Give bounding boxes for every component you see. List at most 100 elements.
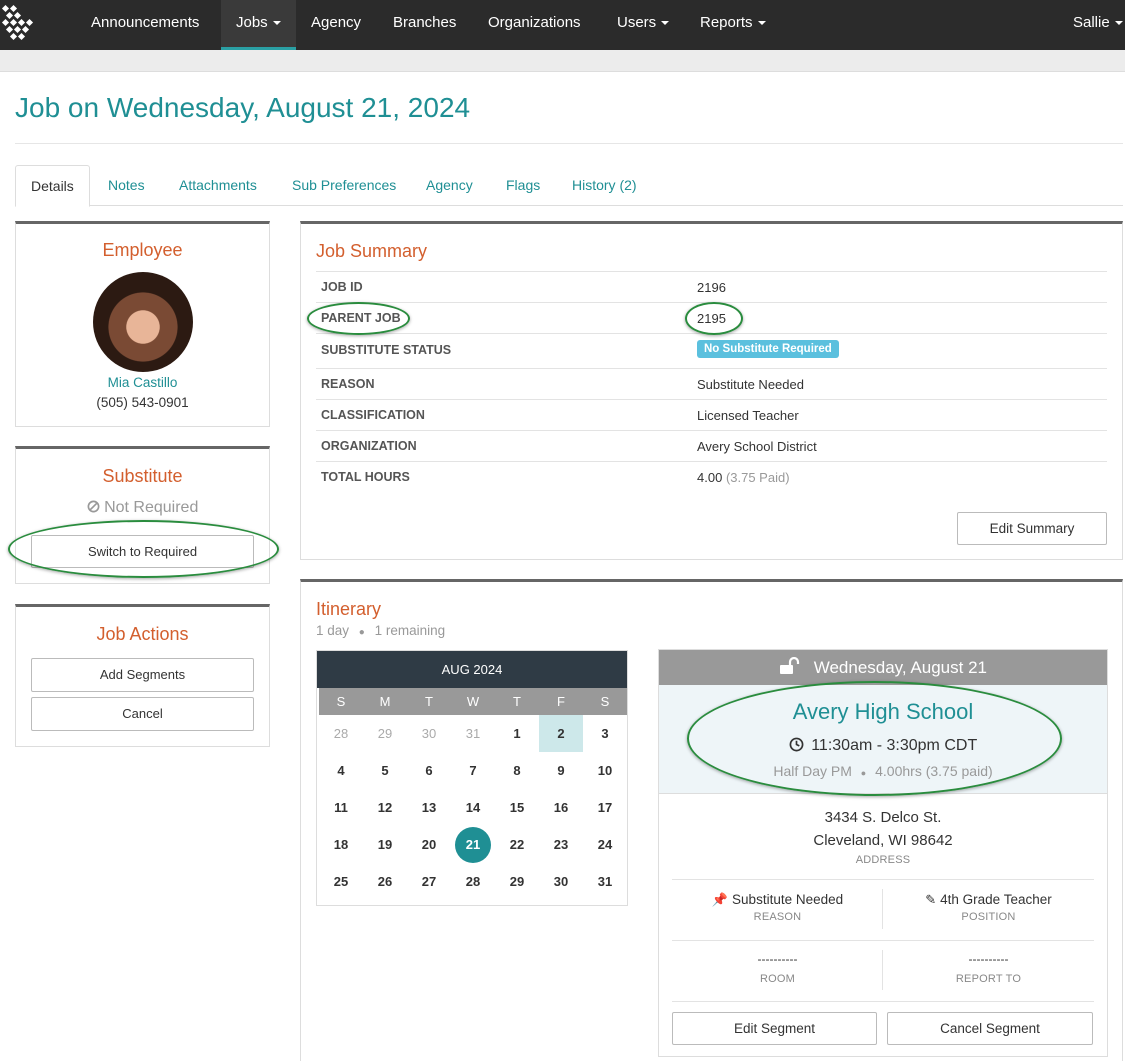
nav-announcements[interactable]: Announcements [76,0,214,50]
calendar-day[interactable]: 22 [495,826,539,863]
tab-history[interactable]: History (2) [557,165,652,206]
calendar-day[interactable]: 29 [363,715,407,752]
reason-label: REASON [753,911,802,923]
address-label: ADDRESS [855,854,911,866]
position-text: 4th Grade Teacher [940,892,1052,907]
calendar-day[interactable]: 28 [319,715,363,752]
pushpin-icon: 📌 [711,892,729,907]
report-to-value: ---------- [968,952,1009,966]
position-cell: ✎ 4th Grade Teacher POSITION [883,892,1094,923]
calendar-day[interactable]: 25 [319,863,363,900]
nav-jobs[interactable]: Jobs [221,0,296,50]
tab-notes[interactable]: Notes [93,165,160,206]
calendar-day[interactable]: 14 [451,789,495,826]
employee-panel: Employee Mia Castillo (505) 543-0901 [15,221,270,427]
calendar-day[interactable]: 31 [583,863,627,900]
employee-name-link[interactable]: Mia Castillo [16,375,269,390]
calendar-day[interactable]: 30 [539,863,583,900]
calendar-day[interactable]: 7 [451,752,495,789]
divider [672,1001,1094,1002]
summary-value: Substitute Needed [697,377,804,392]
calendar-day[interactable]: 24 [583,826,627,863]
divider [672,940,1094,941]
calendar-day[interactable]: 21 [451,826,495,863]
nav-user-menu[interactable]: Sallie [1058,0,1125,50]
app-logo[interactable] [0,3,44,47]
chevron-down-icon [757,21,766,26]
nav-label: Reports [700,14,753,31]
calendar-day[interactable]: 12 [363,789,407,826]
tab-flags[interactable]: Flags [491,165,555,206]
weekday-label: F [539,688,583,715]
tab-sub-preferences[interactable]: Sub Preferences [277,165,411,206]
segment-summary: Avery High School 11:30am - 3:30pm CDT H… [659,685,1107,794]
weekday-label: T [495,688,539,715]
top-navbar: Announcements Jobs Agency Branches Organ… [0,0,1125,50]
summary-key: TOTAL HOURS [321,470,410,484]
calendar-day[interactable]: 1 [495,715,539,752]
calendar-day[interactable]: 8 [495,752,539,789]
calendar-day[interactable]: 13 [407,789,451,826]
edit-segment-button[interactable]: Edit Segment [672,1012,877,1045]
status-badge: No Substitute Required [697,340,839,358]
itinerary-panel: Itinerary 1 day ● 1 remaining AUG 2024 S… [300,579,1123,1061]
calendar-day[interactable]: 26 [363,863,407,900]
time-range: 11:30am - 3:30pm CDT [811,737,978,754]
calendar: AUG 2024 S M T W T F S 28 29 30 31 1 2 3 4 5 6 7 8 9… [316,650,628,906]
nav-organizations[interactable]: Organizations [473,0,596,50]
calendar-day[interactable]: 15 [495,789,539,826]
summary-row-classification: CLASSIFICATION Licensed Teacher [316,399,1107,430]
nav-label: Jobs [236,14,268,31]
parent-job-link[interactable]: 2195 [697,311,726,326]
calendar-day[interactable]: 9 [539,752,583,789]
calendar-day[interactable]: 23 [539,826,583,863]
calendar-day[interactable]: 10 [583,752,627,789]
summary-row-total-hours: TOTAL HOURS 4.00 (3.75 Paid) [316,461,1107,492]
calendar-day[interactable]: 11 [319,789,363,826]
calendar-day[interactable]: 28 [451,863,495,900]
calendar-day[interactable]: 6 [407,752,451,789]
tab-details[interactable]: Details [15,165,90,207]
segment-date-header: Wednesday, August 21 [659,650,1107,685]
calendar-day[interactable]: 18 [319,826,363,863]
calendar-day[interactable]: 27 [407,863,451,900]
add-segments-button[interactable]: Add Segments [31,658,254,692]
calendar-day[interactable]: 3 [583,715,627,752]
duration-type: Half Day PM [773,763,852,779]
substitute-status: Not Required [16,499,269,517]
tab-agency[interactable]: Agency [411,165,488,206]
unlock-icon[interactable] [779,656,801,675]
calendar-day[interactable]: 31 [451,715,495,752]
summary-row-job-id: JOB ID 2196 [316,271,1107,302]
avatar [93,272,193,372]
job-summary-title: Job Summary [316,241,428,261]
calendar-day[interactable]: 29 [495,863,539,900]
calendar-day[interactable]: 2 [539,715,583,752]
job-summary-panel: Job Summary JOB ID 2196 PARENT JOB 2195 … [300,221,1123,560]
report-to-cell: ---------- REPORT TO [883,952,1094,985]
nav-users[interactable]: Users [602,0,684,50]
calendar-day[interactable]: 20 [407,826,451,863]
switch-to-required-button[interactable]: Switch to Required [31,535,254,568]
employee-title: Employee [102,240,183,260]
organization-link[interactable]: Avery School District [697,439,817,454]
nav-label: Announcements [91,14,200,31]
reason-cell: 📌 Substitute Needed REASON [672,892,883,923]
edit-summary-button[interactable]: Edit Summary [957,512,1107,545]
chevron-down-icon [272,21,281,26]
cancel-job-button[interactable]: Cancel [31,697,254,731]
calendar-day[interactable]: 17 [583,789,627,826]
calendar-day[interactable]: 19 [363,826,407,863]
tab-bar: Details Notes Attachments Sub Preference… [15,165,1123,207]
cancel-segment-button[interactable]: Cancel Segment [887,1012,1093,1045]
nav-branches[interactable]: Branches [378,0,471,50]
calendar-day[interactable]: 4 [319,752,363,789]
calendar-day[interactable]: 5 [363,752,407,789]
report-to-label: REPORT TO [955,973,1022,985]
nav-label: Organizations [488,14,581,31]
tab-attachments[interactable]: Attachments [164,165,272,206]
calendar-day[interactable]: 30 [407,715,451,752]
nav-agency[interactable]: Agency [296,0,376,50]
nav-reports[interactable]: Reports [685,0,781,50]
calendar-day[interactable]: 16 [539,789,583,826]
